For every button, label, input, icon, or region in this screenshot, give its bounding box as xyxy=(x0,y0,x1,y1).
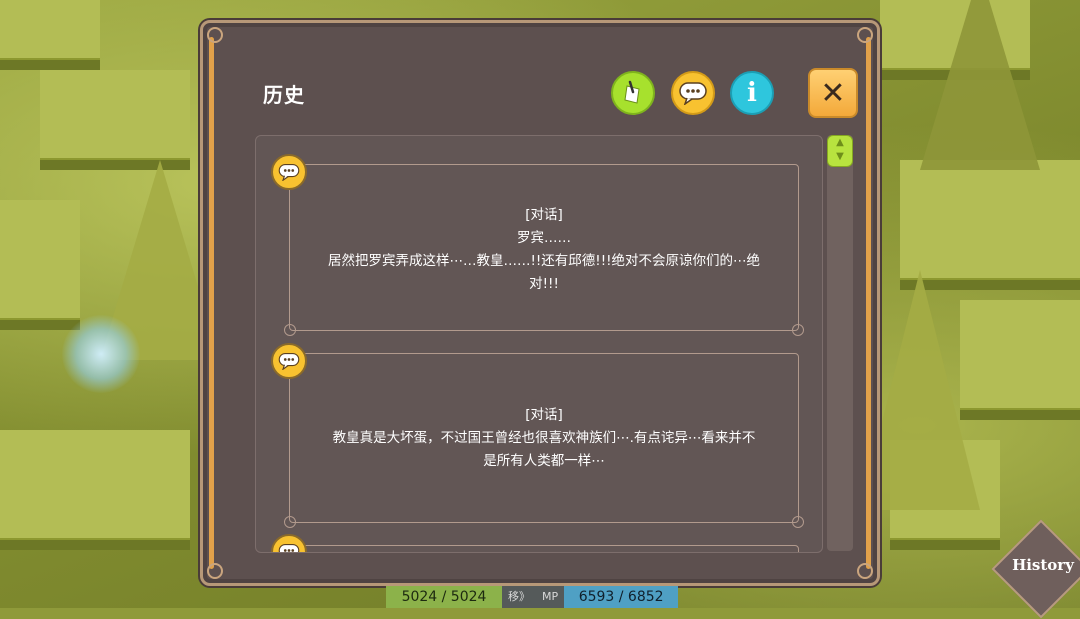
corner-ornament xyxy=(857,27,873,43)
scrollbar-thumb[interactable]: ▲ ▼ xyxy=(827,135,853,167)
chat-bubble-icon xyxy=(278,163,300,181)
entry-text: [对话] 罗宾…… 居然把罗宾弄成这样⋯…教皇……!!还有邱德!!!绝对不会原谅… xyxy=(290,165,798,296)
entry-type-bubble xyxy=(271,534,307,552)
info-button[interactable]: i xyxy=(730,71,774,115)
mp-label: MP xyxy=(536,586,565,608)
note-filter-button[interactable] xyxy=(611,71,655,115)
chat-bubble-icon xyxy=(679,82,707,105)
history-entry: [对话] 教皇真是大坏蛋，不过国王曾经也很喜欢神族们⋯.有点诧异⋯看来并不 是所… xyxy=(284,353,804,528)
entry-line: 对!!! xyxy=(529,276,559,292)
chat-bubble-icon xyxy=(278,352,300,370)
terrain-block xyxy=(0,200,80,330)
entry-line: [对话] xyxy=(525,407,563,423)
history-scrollbar[interactable]: ▲ ▼ xyxy=(827,135,853,551)
status-hud: 5024 / 5024 移》 MP 6593 / 6852 xyxy=(386,586,679,608)
entry-line: 教皇真是大坏蛋，不过国王曾经也很喜欢神族们⋯.有点诧异⋯看来并不 xyxy=(332,430,756,446)
glowing-orb xyxy=(62,315,140,393)
terrain-block xyxy=(0,430,190,550)
entry-line: [对话] xyxy=(525,207,563,223)
entry-text: [对话] 教皇真是大坏蛋，不过国王曾经也很喜欢神族们⋯.有点诧异⋯看来并不 是所… xyxy=(290,354,798,473)
entry-line: 是所有人类都一样⋯ xyxy=(483,453,605,469)
chat-bubble-icon xyxy=(278,543,300,552)
history-list[interactable]: [对话] 罗宾…… 居然把罗宾弄成这样⋯…教皇……!!还有邱德!!!绝对不会原谅… xyxy=(255,135,823,553)
pine-tree xyxy=(920,0,1040,170)
info-icon: i xyxy=(747,78,757,108)
terrain-block xyxy=(40,70,190,170)
entry-line: 居然把罗宾弄成这样⋯…教皇……!!还有邱德!!!绝对不会原谅你们的⋯绝 xyxy=(327,253,761,269)
mp-value: 6593 / 6852 xyxy=(564,586,679,608)
corner-ornament xyxy=(207,563,223,579)
entry-type-bubble xyxy=(271,343,307,379)
panel-edge-left xyxy=(209,37,214,569)
corner-ornament xyxy=(207,27,223,43)
close-icon: ✕ xyxy=(820,75,846,111)
note-icon xyxy=(624,80,640,104)
panel-title: 历史 xyxy=(263,83,305,107)
entry-type-bubble xyxy=(271,154,307,190)
history-entry xyxy=(289,545,799,552)
hp-value: 5024 / 5024 xyxy=(386,586,502,608)
chat-filter-button[interactable] xyxy=(671,71,715,115)
close-button[interactable]: ✕ xyxy=(808,68,858,118)
history-entry: [对话] 罗宾…… 居然把罗宾弄成这样⋯…教皇……!!还有邱德!!!绝对不会原谅… xyxy=(284,164,804,336)
corner-ornament xyxy=(857,563,873,579)
history-panel: 历史 i ✕ [对话] 罗宾…… 居然把罗宾弄成这样⋯…教皇……!!还有邱德!!… xyxy=(200,20,880,586)
entry-line: 罗宾…… xyxy=(517,230,571,246)
history-button-label[interactable]: History xyxy=(1008,556,1078,574)
panel-edge-right xyxy=(866,37,871,569)
terrain-block xyxy=(0,0,100,70)
hp-tag: 移》 xyxy=(502,586,536,608)
